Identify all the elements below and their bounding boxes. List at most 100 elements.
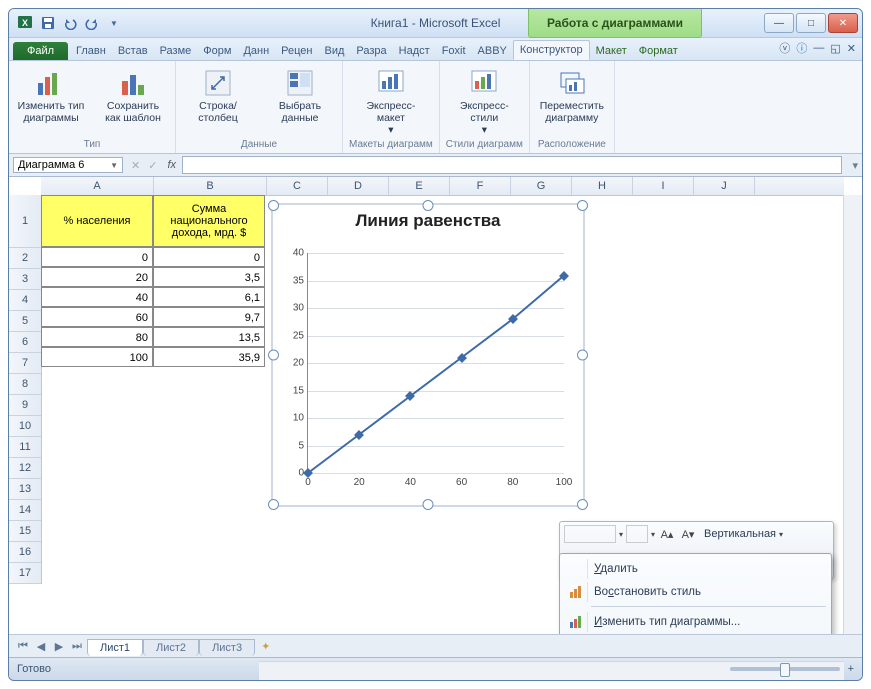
context-menu-select-data[interactable]: Выбрать данные... xyxy=(563,633,828,634)
table-cell[interactable]: 3,5 xyxy=(153,267,265,287)
column-header-B[interactable]: B xyxy=(154,177,267,195)
table-cell[interactable]: 60 xyxy=(41,307,153,327)
undo-icon[interactable] xyxy=(61,14,79,32)
table-cell[interactable]: 80 xyxy=(41,327,153,347)
tab-вид[interactable]: Вид xyxy=(319,42,351,60)
tab-данн[interactable]: Данн xyxy=(237,42,275,60)
increase-font-icon[interactable]: A▴ xyxy=(658,525,676,543)
table-cell[interactable]: 6,1 xyxy=(153,287,265,307)
save-icon[interactable] xyxy=(39,14,57,32)
column-header-J[interactable]: J xyxy=(694,177,755,195)
mdi-restore-icon[interactable]: ◱ xyxy=(830,42,840,55)
context-menu-reset-style[interactable]: Восстановить стиль xyxy=(563,580,828,603)
accept-formula-icon[interactable]: ✓ xyxy=(144,159,161,172)
table-cell[interactable]: 35,9 xyxy=(153,347,265,367)
name-box-dropdown-icon[interactable]: ▼ xyxy=(110,161,118,170)
sheet-tab-Лист2[interactable]: Лист2 xyxy=(143,639,199,656)
table-cell[interactable]: 0 xyxy=(153,247,265,267)
select-data-button[interactable]: Выбратьданные xyxy=(264,64,336,124)
table-header-cell[interactable]: % населения xyxy=(41,195,153,247)
decrease-font-icon[interactable]: A▾ xyxy=(679,525,697,543)
sheet-nav-first-icon[interactable]: ⏮ xyxy=(15,640,31,653)
move-chart-button[interactable]: Переместитьдиаграмму xyxy=(536,64,608,124)
vertical-axis-label[interactable]: Вертикальная xyxy=(704,528,776,540)
table-cell[interactable]: 0 xyxy=(41,247,153,267)
table-cell[interactable]: 13,5 xyxy=(153,327,265,347)
row-header-16[interactable]: 16 xyxy=(9,542,41,563)
tab-надст[interactable]: Надст xyxy=(393,42,436,60)
vertical-arrow-icon[interactable]: ▾ xyxy=(779,530,783,539)
font-size-arrow-icon[interactable]: ▾ xyxy=(651,530,655,539)
row-header-12[interactable]: 12 xyxy=(9,458,41,479)
font-size-dropdown[interactable] xyxy=(626,525,648,543)
sheet-tab-Лист3[interactable]: Лист3 xyxy=(199,639,255,656)
column-header-I[interactable]: I xyxy=(633,177,694,195)
tab-рецен[interactable]: Рецен xyxy=(275,42,318,60)
help-icon[interactable]: ⓘ xyxy=(796,40,807,56)
column-header-E[interactable]: E xyxy=(389,177,450,195)
switch-row-col-button[interactable]: Строка/столбец xyxy=(182,64,254,124)
fx-icon[interactable]: fx xyxy=(161,159,182,171)
cancel-formula-icon[interactable]: ✕ xyxy=(127,159,144,172)
tab-разра[interactable]: Разра xyxy=(350,42,392,60)
quick-styles-button[interactable]: Экспресс-стили▾ xyxy=(448,64,520,136)
table-cell[interactable]: 20 xyxy=(41,267,153,287)
zoom-in-icon[interactable]: + xyxy=(848,663,854,675)
close-button[interactable]: ✕ xyxy=(828,13,858,33)
row-header-9[interactable]: 9 xyxy=(9,395,41,416)
column-header-G[interactable]: G xyxy=(511,177,572,195)
row-header-11[interactable]: 11 xyxy=(9,437,41,458)
sheet-tab-Лист1[interactable]: Лист1 xyxy=(87,639,143,656)
row-header-15[interactable]: 15 xyxy=(9,521,41,542)
table-header-cell[interactable]: Сумма национального дохода, мрд. $ xyxy=(153,195,265,247)
chart-series-line[interactable] xyxy=(308,253,564,473)
row-header-1[interactable]: 1 xyxy=(9,195,41,248)
row-header-8[interactable]: 8 xyxy=(9,374,41,395)
tab-foxit[interactable]: Foxit xyxy=(436,42,472,60)
change-chart-type-button[interactable]: Изменить типдиаграммы xyxy=(15,64,87,124)
sheet-nav-last-icon[interactable]: ⏭ xyxy=(69,640,85,653)
tab-встав[interactable]: Встав xyxy=(112,42,154,60)
row-header-4[interactable]: 4 xyxy=(9,290,41,311)
sheet-nav-next-icon[interactable]: ▶ xyxy=(51,640,67,653)
column-header-H[interactable]: H xyxy=(572,177,633,195)
file-tab[interactable]: Файл xyxy=(13,42,68,60)
tab-разме[interactable]: Разме xyxy=(154,42,198,60)
table-cell[interactable]: 40 xyxy=(41,287,153,307)
mdi-close-icon[interactable]: ✕ xyxy=(847,42,856,55)
row-header-7[interactable]: 7 xyxy=(9,353,41,374)
table-cell[interactable]: 100 xyxy=(41,347,153,367)
tab-главн[interactable]: Главн xyxy=(70,42,112,60)
ribbon-minimize-icon[interactable]: ⓥ xyxy=(779,40,790,56)
tab-abby[interactable]: ABBY xyxy=(472,42,513,60)
expand-formula-bar-icon[interactable]: ▾ xyxy=(848,159,862,172)
tab-конструктор[interactable]: Конструктор xyxy=(513,40,590,60)
column-header-A[interactable]: A xyxy=(41,177,154,195)
column-header-C[interactable]: C xyxy=(267,177,328,195)
row-header-6[interactable]: 6 xyxy=(9,332,41,353)
new-sheet-icon[interactable]: ✦ xyxy=(261,640,270,653)
formula-input[interactable] xyxy=(182,156,842,174)
chart-plot-area[interactable]: 0510152025303540020406080100 xyxy=(307,253,564,474)
chart-object[interactable]: Линия равенства 051015202530354002040608… xyxy=(271,203,585,507)
column-header-D[interactable]: D xyxy=(328,177,389,195)
row-header-14[interactable]: 14 xyxy=(9,500,41,521)
font-family-arrow-icon[interactable]: ▾ xyxy=(619,530,623,539)
tab-формат[interactable]: Формат xyxy=(633,42,684,60)
row-header-17[interactable]: 17 xyxy=(9,563,41,584)
row-header-3[interactable]: 3 xyxy=(9,269,41,290)
table-cell[interactable]: 9,7 xyxy=(153,307,265,327)
redo-icon[interactable] xyxy=(83,14,101,32)
save-as-template-button[interactable]: Сохранитькак шаблон xyxy=(97,64,169,124)
sheet-nav-prev-icon[interactable]: ◀ xyxy=(33,640,49,653)
maximize-button[interactable]: □ xyxy=(796,13,826,33)
mdi-minimize-icon[interactable]: — xyxy=(813,42,824,54)
name-box[interactable]: Диаграмма 6 ▼ xyxy=(13,157,123,173)
qat-dropdown-icon[interactable]: ▼ xyxy=(105,14,123,32)
row-header-13[interactable]: 13 xyxy=(9,479,41,500)
tab-макет[interactable]: Макет xyxy=(590,42,633,60)
row-header-10[interactable]: 10 xyxy=(9,416,41,437)
tab-форм[interactable]: Форм xyxy=(197,42,237,60)
zoom-slider[interactable] xyxy=(730,667,840,671)
row-header-5[interactable]: 5 xyxy=(9,311,41,332)
